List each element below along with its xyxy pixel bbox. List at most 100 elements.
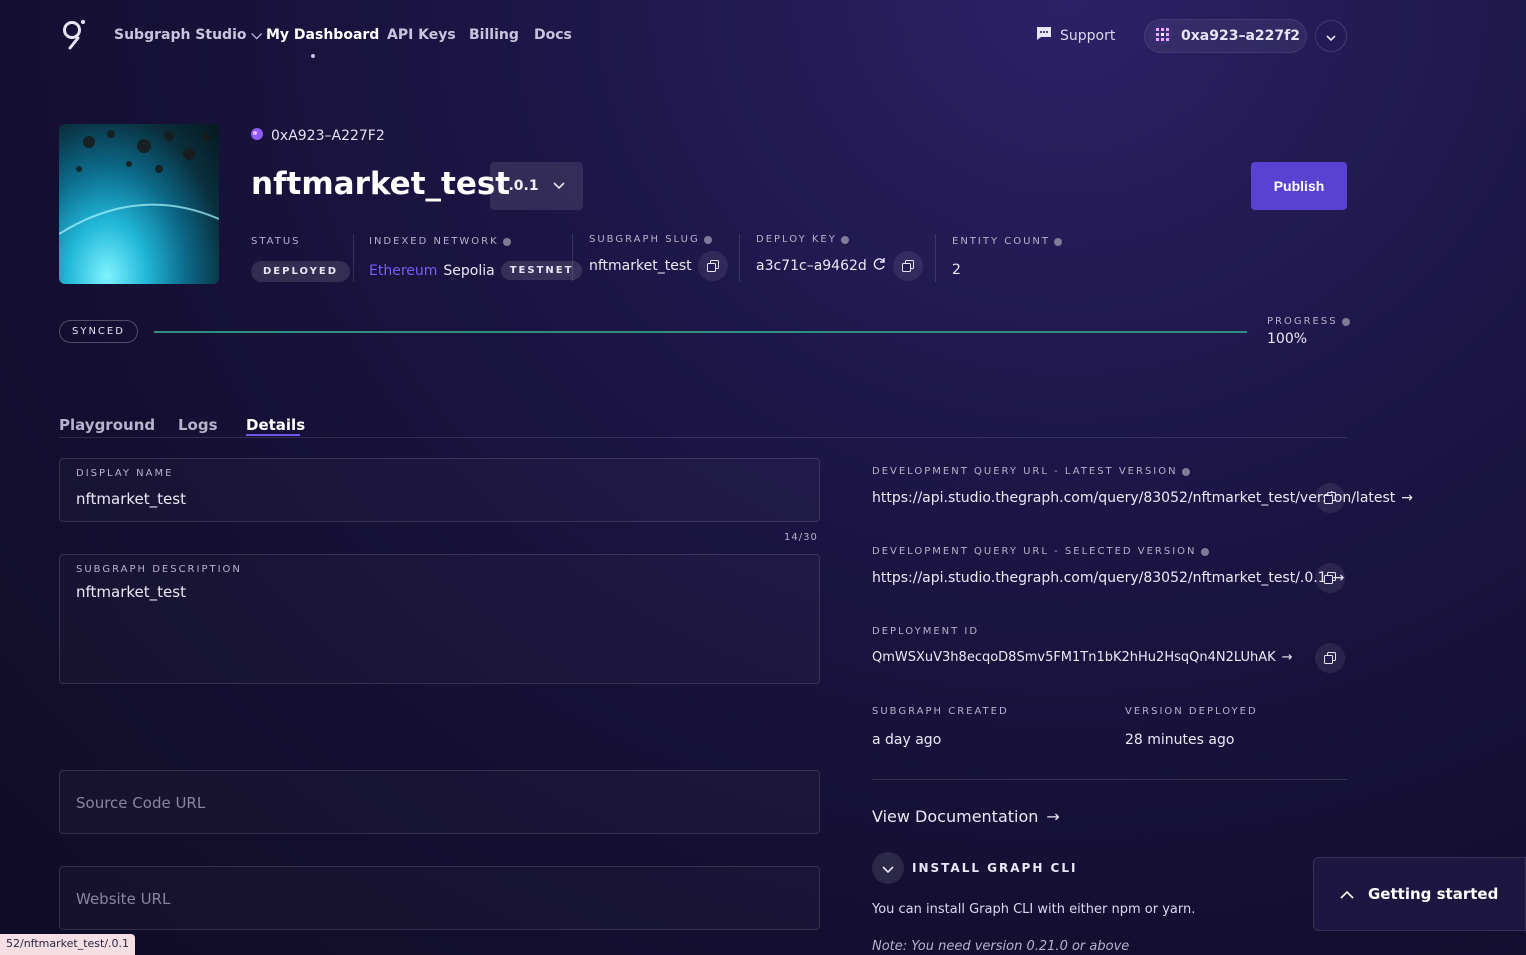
- description-field[interactable]: SUBGRAPH DESCRIPTION nftmarket_test: [59, 554, 820, 684]
- divider: [353, 234, 354, 282]
- chat-icon: [1036, 26, 1052, 45]
- info-icon[interactable]: [1341, 317, 1350, 326]
- deploy-key-label: DEPLOY KEY: [756, 234, 849, 245]
- deployed-value: 28 minutes ago: [1125, 732, 1235, 748]
- install-description: You can install Graph CLI with either np…: [872, 902, 1196, 917]
- display-name-field[interactable]: DISPLAY NAME nftmarket_test: [59, 458, 820, 522]
- version-select[interactable]: .0.1: [490, 162, 583, 210]
- arrow-right-icon: →: [1046, 807, 1060, 826]
- copy-icon[interactable]: [697, 251, 728, 281]
- nav-docs[interactable]: Docs: [534, 27, 572, 43]
- website-url-input[interactable]: Website URL: [59, 866, 820, 930]
- tab-details[interactable]: Details: [246, 416, 305, 434]
- selected-url-text: https://api.studio.thegraph.com/query/83…: [872, 570, 1327, 586]
- chevron-down-icon: [552, 178, 565, 194]
- nav-api-keys[interactable]: API Keys: [387, 27, 456, 43]
- deployed-label-text: VERSION DEPLOYED: [1125, 706, 1258, 717]
- display-name-label: DISPLAY NAME: [76, 468, 174, 479]
- arrow-right-icon: →: [1401, 490, 1414, 506]
- selected-url-link[interactable]: https://api.studio.thegraph.com/query/83…: [872, 570, 1344, 586]
- progress-label: PROGRESS: [1267, 316, 1350, 327]
- getting-started-label: Getting started: [1368, 885, 1499, 903]
- synced-badge: SYNCED: [59, 320, 138, 343]
- support-label: Support: [1060, 27, 1116, 44]
- nav-subgraph-studio[interactable]: Subgraph Studio ⌵: [114, 27, 262, 43]
- source-code-placeholder: Source Code URL: [76, 794, 206, 812]
- divider: [572, 234, 573, 282]
- latest-url-label: DEVELOPMENT QUERY URL - LATEST VERSION: [872, 466, 1190, 477]
- getting-started-panel[interactable]: Getting started: [1313, 857, 1526, 931]
- source-code-url-input[interactable]: Source Code URL: [59, 770, 820, 834]
- copy-icon[interactable]: [892, 251, 923, 281]
- progress-value: 100%: [1267, 331, 1308, 347]
- avatar: [1151, 23, 1173, 49]
- website-placeholder: Website URL: [76, 890, 171, 908]
- arrow-right-icon: →: [1281, 650, 1293, 665]
- testnet-badge: TESTNET: [500, 261, 583, 280]
- latest-url-label-text: DEVELOPMENT QUERY URL - LATEST VERSION: [872, 466, 1178, 477]
- network-chain-link[interactable]: Ethereum: [369, 263, 437, 279]
- owner-address: 0xA923–A227F2: [271, 128, 385, 144]
- view-doc-label: View Documentation: [872, 807, 1039, 826]
- version-label: .0.1: [508, 178, 539, 194]
- chevron-up-icon: [1340, 885, 1354, 903]
- info-icon[interactable]: [840, 235, 849, 244]
- support-link[interactable]: Support: [1036, 26, 1115, 45]
- deployment-id-link[interactable]: QmWSXuV3h8ecqoD8Smv5FM1Tn1bK2hHu2HsqQn4N…: [872, 650, 1293, 665]
- graph-logo-icon[interactable]: [60, 18, 90, 52]
- slug-label-text: SUBGRAPH SLUG: [589, 234, 700, 245]
- copy-icon[interactable]: [1315, 563, 1345, 593]
- copy-icon[interactable]: [1315, 483, 1345, 513]
- install-note: Note: You need version 0.21.0 or above: [872, 939, 1130, 954]
- deploy-key-label-text: DEPLOY KEY: [756, 234, 837, 245]
- tab-playground[interactable]: Playground: [59, 416, 155, 434]
- copy-icon[interactable]: [1315, 643, 1345, 673]
- network-name: Sepolia: [443, 262, 495, 279]
- description-value[interactable]: nftmarket_test: [76, 583, 186, 601]
- info-icon[interactable]: [1181, 467, 1190, 476]
- description-label: SUBGRAPH DESCRIPTION: [76, 564, 242, 575]
- status-label-text: STATUS: [251, 236, 301, 247]
- status-badge: DEPLOYED: [251, 261, 350, 282]
- network-label-text: INDEXED NETWORK: [369, 236, 499, 247]
- progress-label-text: PROGRESS: [1267, 316, 1338, 327]
- deployment-id-label-text: DEPLOYMENT ID: [872, 626, 980, 637]
- page-title: nftmarket_test: [251, 166, 511, 202]
- active-tab-indicator: [246, 434, 300, 436]
- refresh-icon[interactable]: [873, 257, 887, 275]
- publish-button[interactable]: Publish: [1251, 162, 1347, 210]
- subgraph-image: [59, 124, 219, 284]
- account-address: 0xa923–a227f2: [1181, 28, 1300, 44]
- account-menu-button[interactable]: [1315, 20, 1347, 52]
- info-icon[interactable]: [1054, 237, 1063, 246]
- browser-status-url: 52/nftmarket_test/.0.1: [0, 934, 136, 955]
- created-value: a day ago: [872, 732, 942, 748]
- info-icon[interactable]: [703, 235, 712, 244]
- nav-billing[interactable]: Billing: [469, 27, 519, 43]
- deploy-key-text: a3c71c–a9462d: [756, 258, 867, 274]
- info-icon[interactable]: [1200, 547, 1209, 556]
- network-label: INDEXED NETWORK: [369, 236, 511, 247]
- nav-studio-label: Subgraph Studio: [114, 27, 247, 43]
- selected-url-label-text: DEVELOPMENT QUERY URL - SELECTED VERSION: [872, 546, 1197, 557]
- deployment-id-text: QmWSXuV3h8ecqoD8Smv5FM1Tn1bK2hHu2HsqQn4N…: [872, 650, 1276, 665]
- selected-url-label: DEVELOPMENT QUERY URL - SELECTED VERSION: [872, 546, 1209, 557]
- info-icon[interactable]: [502, 237, 511, 246]
- owner-label: 0xA923–A227F2: [251, 128, 385, 144]
- deploy-key-value: a3c71c–a9462d: [756, 251, 923, 281]
- char-counter: 14/30: [784, 532, 818, 543]
- network-value: Ethereum Sepolia TESTNET: [369, 261, 583, 280]
- divider: [935, 234, 936, 282]
- created-label-text: SUBGRAPH CREATED: [872, 706, 1009, 717]
- progress-bar: [154, 331, 1247, 333]
- view-documentation-link[interactable]: View Documentation →: [872, 807, 1060, 826]
- deployed-label: VERSION DEPLOYED: [1125, 706, 1258, 717]
- display-name-value[interactable]: nftmarket_test: [76, 490, 186, 508]
- slug-value: nftmarket_test: [589, 251, 728, 281]
- divider: [739, 234, 740, 282]
- nav-my-dashboard[interactable]: My Dashboard: [266, 27, 379, 43]
- install-toggle-button[interactable]: [872, 852, 904, 884]
- account-button[interactable]: 0xa923–a227f2: [1144, 19, 1307, 53]
- tab-logs[interactable]: Logs: [178, 416, 218, 434]
- tab-divider: [59, 437, 1347, 438]
